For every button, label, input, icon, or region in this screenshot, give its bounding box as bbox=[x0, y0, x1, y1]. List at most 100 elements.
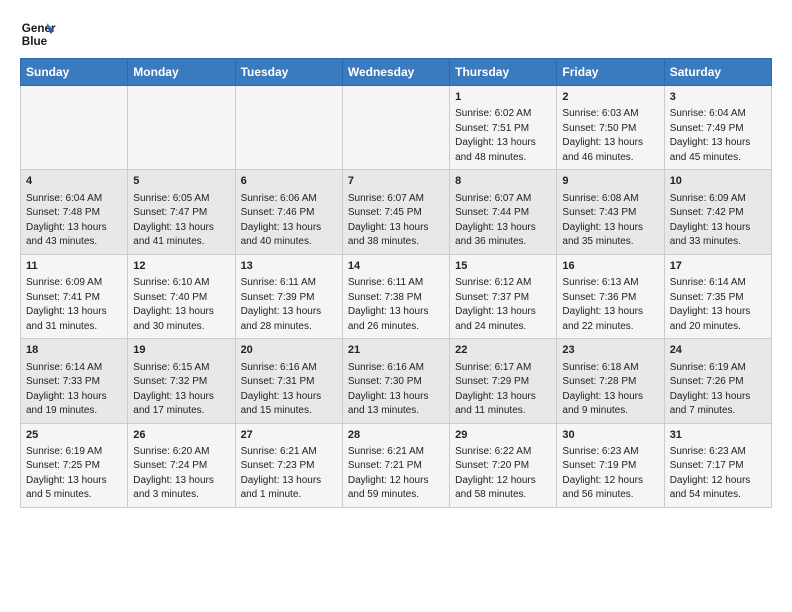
cell-content: Sunrise: 6:23 AM Sunset: 7:17 PM Dayligh… bbox=[670, 445, 766, 503]
calendar-cell: 16 Sunrise: 6:13 AM Sunset: 7:36 PM Dayli… bbox=[557, 254, 664, 338]
logo: General Blue bbox=[20, 16, 60, 52]
cell-content: Sunrise: 6:11 AM Sunset: 7:38 PM Dayligh… bbox=[348, 276, 444, 334]
calendar-week-row: 18 Sunrise: 6:14 AM Sunset: 7:33 PM Dayli… bbox=[21, 339, 772, 423]
cell-content: Sunrise: 6:22 AM Sunset: 7:20 PM Dayligh… bbox=[455, 445, 551, 503]
day-number: 15 bbox=[455, 259, 551, 274]
cell-content: Sunrise: 6:14 AM Sunset: 7:33 PM Dayligh… bbox=[26, 361, 122, 419]
calendar-cell: 4 Sunrise: 6:04 AM Sunset: 7:48 PM Daylig… bbox=[21, 170, 128, 254]
cell-content: Sunrise: 6:07 AM Sunset: 7:44 PM Dayligh… bbox=[455, 192, 551, 250]
cell-content: Sunrise: 6:09 AM Sunset: 7:41 PM Dayligh… bbox=[26, 276, 122, 334]
cell-content: Sunrise: 6:16 AM Sunset: 7:31 PM Dayligh… bbox=[241, 361, 337, 419]
weekday-header-thursday: Thursday bbox=[450, 59, 557, 86]
calendar-cell: 18 Sunrise: 6:14 AM Sunset: 7:33 PM Dayli… bbox=[21, 339, 128, 423]
day-number: 4 bbox=[26, 174, 122, 189]
day-number: 5 bbox=[133, 174, 229, 189]
day-number: 26 bbox=[133, 428, 229, 443]
cell-content: Sunrise: 6:11 AM Sunset: 7:39 PM Dayligh… bbox=[241, 276, 337, 334]
day-number: 13 bbox=[241, 259, 337, 274]
day-number: 6 bbox=[241, 174, 337, 189]
weekday-header-sunday: Sunday bbox=[21, 59, 128, 86]
calendar-cell: 7 Sunrise: 6:07 AM Sunset: 7:45 PM Daylig… bbox=[342, 170, 449, 254]
calendar-cell: 9 Sunrise: 6:08 AM Sunset: 7:43 PM Daylig… bbox=[557, 170, 664, 254]
cell-content: Sunrise: 6:17 AM Sunset: 7:29 PM Dayligh… bbox=[455, 361, 551, 419]
day-number: 27 bbox=[241, 428, 337, 443]
calendar-cell: 24Sunrise: 6:19 AM Sunset: 7:26 PM Dayli… bbox=[664, 339, 771, 423]
calendar-week-row: 11 Sunrise: 6:09 AM Sunset: 7:41 PM Dayli… bbox=[21, 254, 772, 338]
cell-content: Sunrise: 6:16 AM Sunset: 7:30 PM Dayligh… bbox=[348, 361, 444, 419]
day-number: 8 bbox=[455, 174, 551, 189]
calendar-cell: 15Sunrise: 6:12 AM Sunset: 7:37 PM Dayli… bbox=[450, 254, 557, 338]
calendar-cell bbox=[128, 86, 235, 170]
weekday-header-tuesday: Tuesday bbox=[235, 59, 342, 86]
day-number: 21 bbox=[348, 343, 444, 358]
header: General Blue bbox=[20, 16, 772, 52]
cell-content: Sunrise: 6:13 AM Sunset: 7:36 PM Dayligh… bbox=[562, 276, 658, 334]
day-number: 20 bbox=[241, 343, 337, 358]
weekday-header-row: SundayMondayTuesdayWednesdayThursdayFrid… bbox=[21, 59, 772, 86]
day-number: 24 bbox=[670, 343, 766, 358]
cell-content: Sunrise: 6:20 AM Sunset: 7:24 PM Dayligh… bbox=[133, 445, 229, 503]
day-number: 2 bbox=[562, 90, 658, 105]
calendar-cell: 3 Sunrise: 6:04 AM Sunset: 7:49 PM Daylig… bbox=[664, 86, 771, 170]
calendar-week-row: 4 Sunrise: 6:04 AM Sunset: 7:48 PM Daylig… bbox=[21, 170, 772, 254]
cell-content: Sunrise: 6:06 AM Sunset: 7:46 PM Dayligh… bbox=[241, 192, 337, 250]
weekday-header-saturday: Saturday bbox=[664, 59, 771, 86]
day-number: 1 bbox=[455, 90, 551, 105]
calendar-cell: 23Sunrise: 6:18 AM Sunset: 7:28 PM Dayli… bbox=[557, 339, 664, 423]
calendar-cell: 25Sunrise: 6:19 AM Sunset: 7:25 PM Dayli… bbox=[21, 423, 128, 507]
cell-content: Sunrise: 6:09 AM Sunset: 7:42 PM Dayligh… bbox=[670, 192, 766, 250]
logo-icon: General Blue bbox=[20, 16, 56, 52]
day-number: 12 bbox=[133, 259, 229, 274]
calendar-cell: 19 Sunrise: 6:15 AM Sunset: 7:32 PM Dayli… bbox=[128, 339, 235, 423]
day-number: 22 bbox=[455, 343, 551, 358]
day-number: 11 bbox=[26, 259, 122, 274]
cell-content: Sunrise: 6:08 AM Sunset: 7:43 PM Dayligh… bbox=[562, 192, 658, 250]
day-number: 3 bbox=[670, 90, 766, 105]
calendar-cell bbox=[21, 86, 128, 170]
cell-content: Sunrise: 6:10 AM Sunset: 7:40 PM Dayligh… bbox=[133, 276, 229, 334]
calendar-cell: 6 Sunrise: 6:06 AM Sunset: 7:46 PM Daylig… bbox=[235, 170, 342, 254]
calendar-cell: 8 Sunrise: 6:07 AM Sunset: 7:44 PM Daylig… bbox=[450, 170, 557, 254]
weekday-header-monday: Monday bbox=[128, 59, 235, 86]
cell-content: Sunrise: 6:04 AM Sunset: 7:48 PM Dayligh… bbox=[26, 192, 122, 250]
calendar-cell: 28 Sunrise: 6:21 AM Sunset: 7:21 PM Dayli… bbox=[342, 423, 449, 507]
day-number: 19 bbox=[133, 343, 229, 358]
calendar-week-row: 1 Sunrise: 6:02 AM Sunset: 7:51 PM Daylig… bbox=[21, 86, 772, 170]
calendar-cell bbox=[235, 86, 342, 170]
day-number: 25 bbox=[26, 428, 122, 443]
day-number: 10 bbox=[670, 174, 766, 189]
calendar-cell: 29 Sunrise: 6:22 AM Sunset: 7:20 PM Dayli… bbox=[450, 423, 557, 507]
day-number: 31 bbox=[670, 428, 766, 443]
day-number: 18 bbox=[26, 343, 122, 358]
calendar-cell: 12 Sunrise: 6:10 AM Sunset: 7:40 PM Dayli… bbox=[128, 254, 235, 338]
cell-content: Sunrise: 6:03 AM Sunset: 7:50 PM Dayligh… bbox=[562, 107, 658, 165]
day-number: 28 bbox=[348, 428, 444, 443]
calendar-table: SundayMondayTuesdayWednesdayThursdayFrid… bbox=[20, 58, 772, 508]
day-number: 29 bbox=[455, 428, 551, 443]
calendar-cell: 10 Sunrise: 6:09 AM Sunset: 7:42 PM Dayli… bbox=[664, 170, 771, 254]
day-number: 17 bbox=[670, 259, 766, 274]
day-number: 14 bbox=[348, 259, 444, 274]
day-number: 30 bbox=[562, 428, 658, 443]
calendar-cell: 17 Sunrise: 6:14 AM Sunset: 7:35 PM Dayli… bbox=[664, 254, 771, 338]
calendar-cell: 13 Sunrise: 6:11 AM Sunset: 7:39 PM Dayli… bbox=[235, 254, 342, 338]
cell-content: Sunrise: 6:02 AM Sunset: 7:51 PM Dayligh… bbox=[455, 107, 551, 165]
cell-content: Sunrise: 6:07 AM Sunset: 7:45 PM Dayligh… bbox=[348, 192, 444, 250]
cell-content: Sunrise: 6:21 AM Sunset: 7:23 PM Dayligh… bbox=[241, 445, 337, 503]
day-number: 16 bbox=[562, 259, 658, 274]
day-number: 9 bbox=[562, 174, 658, 189]
day-number: 7 bbox=[348, 174, 444, 189]
calendar-cell: 20 Sunrise: 6:16 AM Sunset: 7:31 PM Dayli… bbox=[235, 339, 342, 423]
calendar-cell bbox=[342, 86, 449, 170]
cell-content: Sunrise: 6:04 AM Sunset: 7:49 PM Dayligh… bbox=[670, 107, 766, 165]
cell-content: Sunrise: 6:23 AM Sunset: 7:19 PM Dayligh… bbox=[562, 445, 658, 503]
cell-content: Sunrise: 6:14 AM Sunset: 7:35 PM Dayligh… bbox=[670, 276, 766, 334]
calendar-cell: 1 Sunrise: 6:02 AM Sunset: 7:51 PM Daylig… bbox=[450, 86, 557, 170]
calendar-cell: 2 Sunrise: 6:03 AM Sunset: 7:50 PM Daylig… bbox=[557, 86, 664, 170]
calendar-cell: 5Sunrise: 6:05 AM Sunset: 7:47 PM Daylig… bbox=[128, 170, 235, 254]
cell-content: Sunrise: 6:15 AM Sunset: 7:32 PM Dayligh… bbox=[133, 361, 229, 419]
calendar-cell: 30 Sunrise: 6:23 AM Sunset: 7:19 PM Dayli… bbox=[557, 423, 664, 507]
cell-content: Sunrise: 6:21 AM Sunset: 7:21 PM Dayligh… bbox=[348, 445, 444, 503]
day-number: 23 bbox=[562, 343, 658, 358]
calendar-cell: 11 Sunrise: 6:09 AM Sunset: 7:41 PM Dayli… bbox=[21, 254, 128, 338]
